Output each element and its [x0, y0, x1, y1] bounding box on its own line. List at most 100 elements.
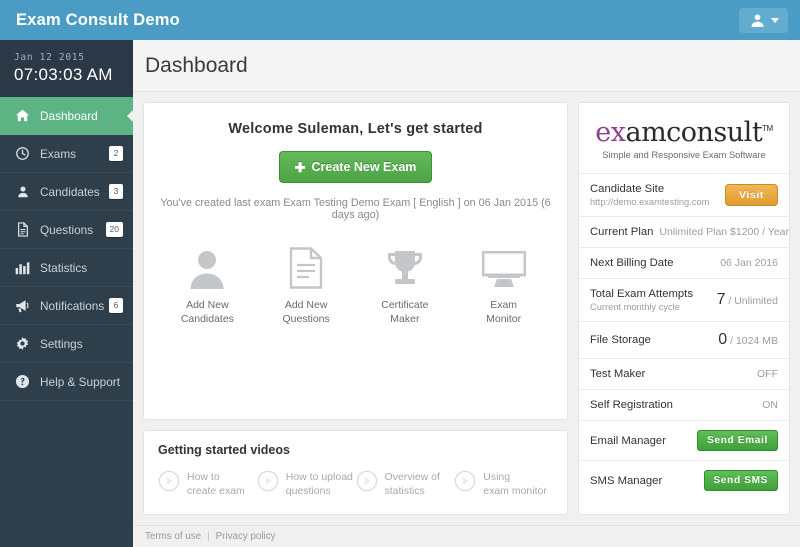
main-column: Welcome Suleman, Let's get started ✚ Cre…: [143, 102, 568, 515]
quick-label-line2: Monitor: [486, 313, 522, 326]
account-row-current-plan: Current Plan Unlimited Plan $1200 / Year: [579, 217, 789, 248]
logo-trademark: TM: [762, 124, 773, 133]
terms-of-use-link[interactable]: Terms of use: [145, 531, 201, 542]
quick-label-line2: Candidates: [180, 313, 234, 326]
sidebar-badge-exams: 2: [109, 146, 123, 161]
page-lines-icon: [289, 243, 323, 289]
self-registration-status: ON: [762, 399, 778, 411]
monitor-icon: [481, 243, 526, 289]
user-account-menu[interactable]: [739, 7, 788, 33]
row-label: SMS Manager: [590, 474, 663, 487]
page-header: Dashboard: [133, 40, 800, 92]
sidebar-item-settings[interactable]: Settings: [0, 325, 133, 363]
account-row-sms-manager: SMS Manager Send SMS: [579, 461, 789, 500]
quick-action-add-new-candidates[interactable]: Add New Candidates: [158, 243, 257, 326]
app-body: Jan 12 2015 07:03:03 AM Dashboard Exams …: [0, 40, 800, 547]
sidebar-item-questions[interactable]: Questions 20: [0, 211, 133, 249]
send-email-button[interactable]: Send Email: [697, 430, 778, 451]
bar-chart-icon: [14, 261, 31, 275]
file-storage-limit: / 1024 MB: [730, 335, 778, 347]
file-storage-used: 0: [718, 331, 728, 348]
sidebar-badge-notifications: 6: [109, 298, 123, 313]
document-icon: [14, 222, 31, 237]
sidebar-item-notifications[interactable]: Notifications 6: [0, 287, 133, 325]
row-label: Self Registration: [590, 399, 673, 411]
sidebar-label-statistics: Statistics: [40, 260, 88, 275]
getting-started-videos-card: Getting started videos How to create exa…: [143, 429, 568, 515]
gear-icon: [14, 336, 31, 351]
video-label-line1: Overview of: [384, 470, 440, 483]
clock-date: Jan 12 2015: [14, 52, 85, 63]
exam-attempts-count: 7: [716, 291, 726, 308]
videos-title: Getting started videos: [158, 442, 290, 457]
account-row-self-registration: Self Registration ON: [579, 390, 789, 421]
trophy-icon: [385, 243, 425, 289]
video-item-how-to-create-exam[interactable]: How to create exam: [158, 470, 257, 498]
user-avatar-icon: [749, 12, 766, 29]
sidebar-label-settings: Settings: [40, 336, 83, 351]
sidebar-label-help-support: Help & Support: [40, 374, 121, 389]
sidebar-badge-questions: 20: [105, 222, 123, 237]
sidebar-label-dashboard: Dashboard: [40, 108, 98, 123]
row-label: Email Manager: [590, 434, 666, 447]
account-row-email-manager: Email Manager Send Email: [579, 421, 789, 461]
row-label: File Storage: [590, 334, 651, 346]
sidebar-label-notifications: Notifications: [40, 298, 105, 313]
quick-action-exam-monitor[interactable]: Exam Monitor: [454, 243, 553, 326]
plus-icon: ✚: [294, 159, 306, 175]
create-new-exam-button[interactable]: ✚ Create New Exam: [278, 151, 433, 183]
home-icon: [14, 108, 31, 123]
sidebar-item-help-support[interactable]: Help & Support: [0, 363, 133, 401]
page-footer: Terms of use | Privacy policy: [133, 525, 800, 547]
sidebar-item-dashboard[interactable]: Dashboard: [0, 97, 133, 135]
video-item-overview-of-statistics[interactable]: Overview of statistics: [356, 470, 455, 498]
row-sublabel: Current monthly cycle: [590, 302, 680, 312]
content-body: Welcome Suleman, Let's get started ✚ Cre…: [133, 92, 800, 525]
privacy-policy-link[interactable]: Privacy policy: [216, 531, 276, 542]
video-label-line2: statistics: [384, 484, 425, 497]
sidebar-clock: Jan 12 2015 07:03:03 AM: [0, 40, 133, 97]
app-window: Exam Consult Demo Jan 12 2015 07:03:03 A…: [0, 0, 800, 547]
exam-attempts-limit: / Unlimited: [728, 295, 778, 307]
row-label: Total Exam Attempts: [590, 288, 693, 300]
quick-label-line1: Exam: [490, 299, 518, 311]
user-icon: [14, 185, 31, 199]
row-label: Next Billing Date: [590, 257, 674, 269]
video-label-line1: How to upload: [285, 470, 353, 483]
create-new-exam-label: Create New Exam: [311, 160, 417, 174]
sidebar-item-exams[interactable]: Exams 2: [0, 135, 133, 173]
sidebar-item-candidates[interactable]: Candidates 3: [0, 173, 133, 211]
video-label-line1: How to: [187, 470, 220, 483]
videos-row: How to create exam How to upload questio…: [158, 470, 553, 498]
app-brand-title: Exam Consult Demo: [16, 10, 180, 29]
page-title: Dashboard: [145, 54, 248, 77]
play-circle-icon: [257, 470, 279, 497]
quick-label-line1: Add New: [284, 299, 328, 311]
chevron-down-icon: [771, 17, 779, 23]
account-summary-column: examconsultTM Simple and Responsive Exam…: [578, 102, 790, 515]
current-plan-value: Unlimited Plan $1200 / Year: [659, 226, 790, 238]
welcome-title: Welcome Suleman, Let's get started: [228, 121, 483, 137]
last-exam-text: You've created last exam Exam Testing De…: [160, 197, 551, 221]
video-item-using-exam-monitor[interactable]: Using exam monitor: [454, 470, 553, 498]
megaphone-icon: [14, 298, 31, 313]
quick-label-line2: Maker: [390, 313, 420, 326]
visit-candidate-site-button[interactable]: Visit: [725, 184, 778, 206]
person-icon: [189, 243, 225, 289]
sidebar-item-statistics[interactable]: Statistics: [0, 249, 133, 287]
video-label-line2: questions: [285, 484, 331, 497]
video-label-line2: create exam: [187, 484, 245, 497]
video-label-line2: exam monitor: [483, 484, 547, 497]
top-header-bar: Exam Consult Demo: [0, 0, 800, 40]
candidate-site-url: http://demo.examtesting.com: [590, 197, 710, 207]
quick-action-add-new-questions[interactable]: Add New Questions: [257, 243, 356, 326]
row-label: Test Maker: [590, 368, 646, 380]
examconsult-logo: examconsultTM Simple and Responsive Exam…: [579, 103, 789, 174]
logo-prefix: ex: [595, 117, 626, 148]
next-billing-date-value: 06 Jan 2016: [720, 257, 778, 269]
sidebar-label-exams: Exams: [40, 146, 77, 161]
send-sms-button[interactable]: Send SMS: [703, 470, 778, 491]
quick-action-certificate-maker[interactable]: Certificate Maker: [356, 243, 455, 326]
video-item-how-to-upload-questions[interactable]: How to upload questions: [257, 470, 356, 498]
clock-icon: [14, 146, 31, 161]
